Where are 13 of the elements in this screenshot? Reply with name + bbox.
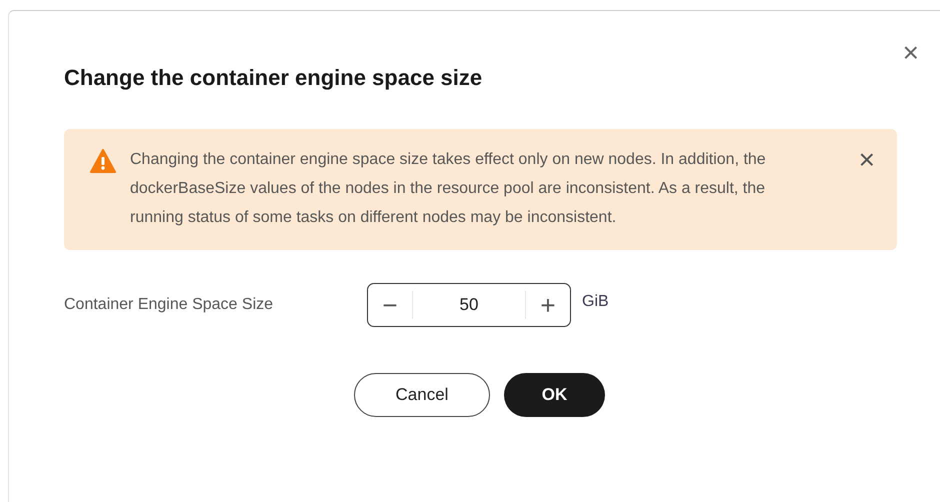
unit-label: GiB <box>582 293 609 311</box>
ok-button[interactable]: OK <box>504 373 605 417</box>
close-button[interactable]: × <box>902 41 919 65</box>
decrement-button[interactable]: − <box>368 284 412 326</box>
field-label: Container Engine Space Size <box>64 296 274 314</box>
alert-close-button[interactable]: × <box>858 149 875 171</box>
warning-icon <box>90 149 116 173</box>
value-input[interactable]: 50 <box>413 294 525 316</box>
alert-message: Changing the container engine space size takes effect only on new nodes. In addition, the dockerBaseSize values of the nodes in the resource pool are inconsistent. As a result, the running status of some tasks on different nodes may be inconsistent. <box>130 150 767 228</box>
number-stepper[interactable]: − 50 + <box>367 283 571 327</box>
cancel-button[interactable]: Cancel <box>354 373 490 417</box>
dialog-title: Change the container engine space size <box>64 65 482 91</box>
increment-button[interactable]: + <box>526 284 570 326</box>
